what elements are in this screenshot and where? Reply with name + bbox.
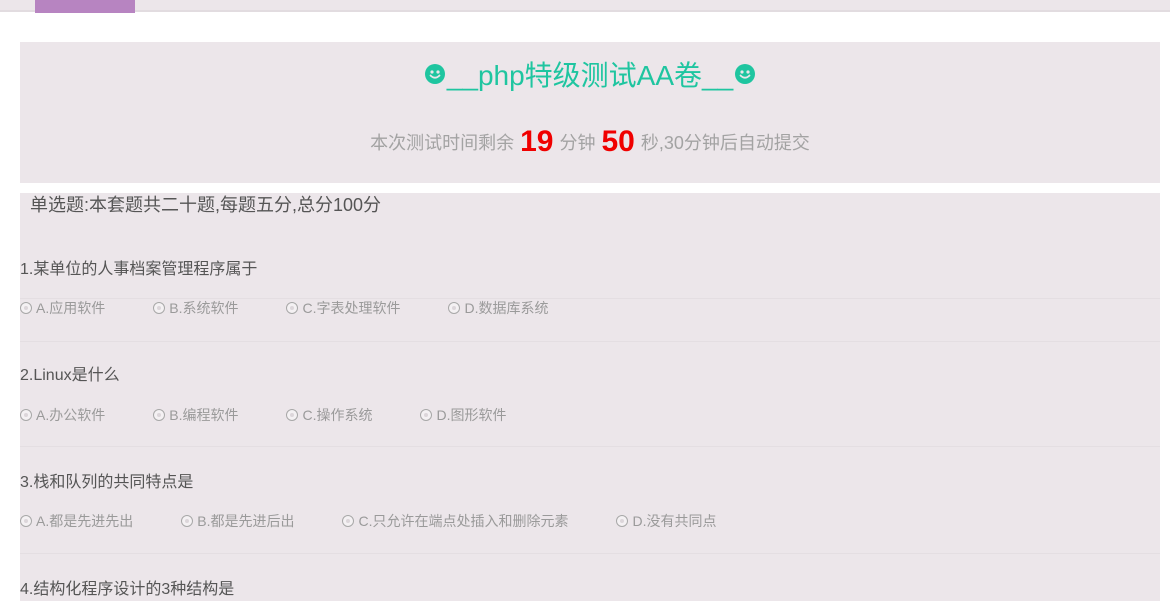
option-a[interactable]: A.都是先进先出	[20, 511, 133, 531]
option-label: C.字表处理软件	[302, 300, 401, 316]
radio-button-icon[interactable]	[181, 515, 194, 527]
option-a[interactable]: A.办公软件	[20, 405, 105, 425]
option-b[interactable]: B.系统软件	[153, 298, 238, 318]
option-c[interactable]: C.字表处理软件	[286, 298, 400, 318]
option-label: A.应用软件	[36, 300, 106, 316]
answer-options: A.应用软件 B.系统软件 C.字表处理软件 D.数据库系统	[20, 298, 596, 318]
radio-button-icon[interactable]	[286, 409, 299, 421]
question-divider	[20, 446, 1160, 447]
option-label: D.图形软件	[436, 407, 507, 423]
timer-prefix: 本次测试时间剩余	[370, 133, 515, 153]
question-2-options: A.办公软件 B.编程软件 C.操作系统 D.图形软件	[20, 405, 554, 425]
option-c[interactable]: C.操作系统	[286, 405, 372, 425]
option-label: A.都是先进先出	[36, 513, 134, 529]
option-d[interactable]: D.图形软件	[420, 405, 506, 425]
radio-button-icon[interactable]	[448, 302, 461, 314]
questions-panel: 单选题:本套题共二十题,每题五分,总分100分 1.某单位的人事档案管理程序属于…	[20, 193, 1160, 601]
exam-title: __php特级测试AA卷__	[446, 60, 734, 91]
option-label: D.没有共同点	[632, 513, 717, 529]
radio-button-icon[interactable]	[20, 409, 32, 421]
active-top-tab[interactable]	[35, 0, 135, 13]
radio-button-icon[interactable]	[286, 302, 299, 314]
option-a[interactable]: A.应用软件	[20, 298, 105, 318]
countdown-timer: 本次测试时间剩余 19 分钟 50 秒,30分钟后自动提交	[20, 122, 1160, 162]
option-label: B.编程软件	[169, 407, 239, 423]
option-label: C.只允许在端点处插入和删除元素	[358, 513, 569, 529]
option-c[interactable]: C.只允许在端点处插入和删除元素	[342, 511, 568, 531]
option-label: C.操作系统	[302, 407, 373, 423]
option-d[interactable]: D.没有共同点	[616, 511, 716, 531]
top-strip	[0, 0, 1170, 13]
radio-button-icon[interactable]	[20, 515, 32, 527]
option-d[interactable]: D.数据库系统	[448, 298, 548, 318]
timer-suffix: 秒,30分钟后自动提交	[640, 133, 810, 153]
question-divider	[20, 341, 1160, 342]
question-3-text: 3.栈和队列的共同特点是	[20, 474, 194, 491]
question-text: 1.某单位的人事档案管理程序属于	[20, 261, 258, 278]
question-2-text: 2.Linux是什么	[20, 367, 120, 384]
question-3-options: A.都是先进先出 B.都是先进后出 C.只允许在端点处插入和删除元素 D.没有共…	[20, 511, 764, 531]
minutes-remaining: 19	[520, 125, 554, 158]
minutes-unit: 分钟	[559, 133, 596, 153]
exam-title-row: __php特级测试AA卷__	[20, 52, 1160, 96]
radio-button-icon[interactable]	[153, 409, 166, 421]
seconds-remaining: 50	[601, 125, 635, 158]
option-b[interactable]: B.都是先进后出	[181, 511, 294, 531]
option-label: D.数据库系统	[464, 300, 549, 316]
option-label: B.都是先进后出	[197, 513, 295, 529]
radio-button-icon[interactable]	[616, 515, 629, 527]
radio-button-icon[interactable]	[342, 515, 355, 527]
radio-button-icon[interactable]	[153, 302, 166, 314]
option-label: A.办公软件	[36, 407, 106, 423]
smiley-face-icon	[735, 64, 756, 84]
exam-header: __php特级测试AA卷__ 本次测试时间剩余 19 分钟 50 秒,30分钟后…	[20, 42, 1160, 183]
question-divider	[20, 553, 1160, 554]
option-label: B.系统软件	[169, 300, 239, 316]
option-b[interactable]: B.编程软件	[153, 405, 238, 425]
radio-button-icon[interactable]	[20, 302, 32, 314]
smiley-face-icon	[424, 64, 445, 84]
question-1: 1.某单位的人事档案管理程序属于 A.应用软件 B.系统软件 C.字表处理软件 …	[20, 193, 1160, 342]
radio-button-icon[interactable]	[420, 409, 433, 421]
question-4-text: 4.结构化程序设计的3种结构是	[20, 581, 235, 598]
